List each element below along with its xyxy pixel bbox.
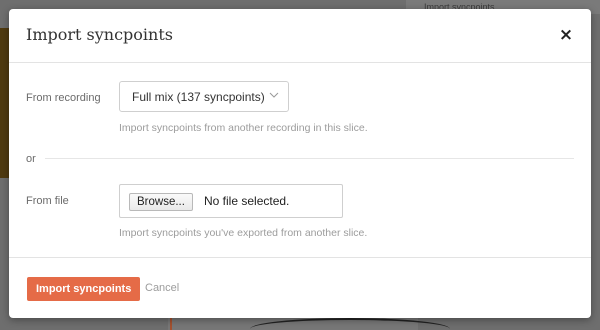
or-separator-label: or [26, 153, 36, 165]
chevron-down-icon [269, 92, 279, 98]
dialog-header: Import syncpoints × [9, 9, 591, 63]
from-file-label: From file [26, 195, 69, 207]
dialog-footer: Import syncpoints Cancel [9, 257, 591, 319]
or-separator-line [45, 158, 574, 159]
recording-select[interactable]: Full mix (137 syncpoints) [119, 81, 289, 112]
cancel-button[interactable]: Cancel [145, 282, 179, 294]
import-syncpoints-dialog: Import syncpoints × From recording Full … [9, 9, 591, 318]
recording-select-value: Full mix (137 syncpoints) [132, 90, 265, 104]
dialog-title: Import syncpoints [26, 25, 173, 44]
recording-help-text: Import syncpoints from another recording… [119, 122, 368, 134]
background-marker [170, 318, 172, 330]
file-status-text: No file selected. [204, 194, 290, 208]
background-sheet-music [590, 40, 600, 240]
close-button[interactable]: × [557, 26, 575, 44]
file-input[interactable]: Browse... No file selected. [119, 184, 343, 218]
import-syncpoints-button[interactable]: Import syncpoints [27, 277, 141, 301]
close-icon: × [558, 25, 574, 45]
browse-button[interactable]: Browse... [129, 193, 193, 211]
from-recording-label: From recording [26, 92, 101, 104]
file-help-text: Import syncpoints you've exported from a… [119, 227, 368, 239]
